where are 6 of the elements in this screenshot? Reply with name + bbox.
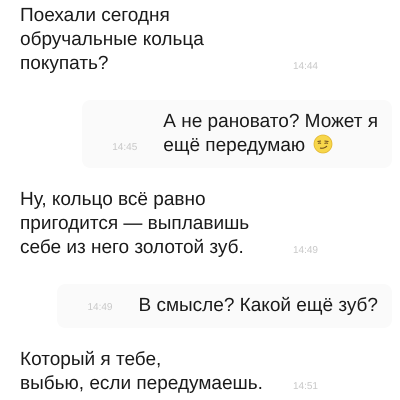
message-text: Поехали сегодня обручальные кольца покупать?: [20, 4, 204, 76]
message-text: В смысле? Какой ещё зуб?: [138, 294, 378, 318]
message-text: Который я тебе, выбью, если передумаешь.: [20, 348, 263, 396]
smirk-emoji-icon: [313, 134, 334, 154]
message-text: Ну, кольцо всё равно пригодится — выплавишь себе из него золотой зуб.: [20, 188, 250, 260]
message-text: А не рановато? Может я ещё передумаю: [163, 110, 378, 158]
